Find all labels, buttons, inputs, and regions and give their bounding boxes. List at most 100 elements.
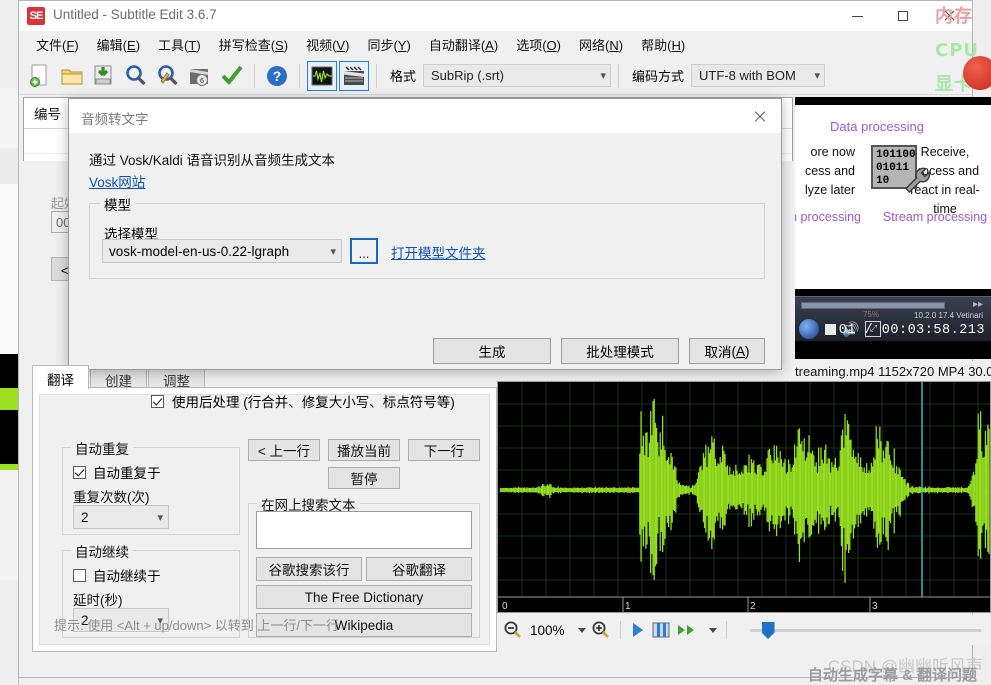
waveform-toggle-button[interactable] [307,60,337,91]
menu-autotranslate[interactable]: 自动翻译(A) [420,32,507,57]
dialog-buttons: 生成 批处理模式 取消(A) [433,338,765,364]
video-file-info: treaming.mp4 1152x720 MP4 30.0 [795,361,991,381]
new-file-button[interactable] [25,61,55,91]
google-translate-button[interactable]: 谷歌翻译 [366,557,472,581]
video-preview[interactable]: Data processing ore now cess and lyze late… [795,97,991,359]
menu-options[interactable]: 选项(O) [507,32,570,57]
format-select[interactable]: SubRip (.srt) ▾ [423,64,612,87]
video-slide-frame: Data processing ore now cess and lyze late… [795,105,991,289]
check-button[interactable] [217,61,247,91]
slide-right-label: Stream processing [882,210,988,224]
window-title: Untitled - Subtitle Edit 3.6.7 [53,7,217,22]
model-select[interactable]: vosk-model-en-us-0.22-lgraph ▾ [102,239,342,263]
dialog-close-button[interactable] [737,99,781,133]
tab-translate[interactable]: 翻译 [32,365,89,389]
find-button[interactable] [121,61,151,91]
video-toggle-button[interactable] [339,60,369,91]
browse-model-button[interactable]: ... [350,238,378,264]
format-value: SubRip (.srt) [431,68,504,83]
app-icon: SE [27,7,45,25]
generate-button[interactable]: 生成 [433,338,551,364]
chevron-down-icon[interactable] [577,627,586,633]
toolbar-divider-4 [618,63,620,88]
new-file-icon [30,64,47,87]
wave-tick-0: 0 [502,601,508,612]
auto-repeat-checkbox[interactable] [73,465,86,479]
help-icon: ? [267,65,287,86]
wrench-icon [905,167,931,193]
video-seek-bar[interactable] [801,302,945,309]
repeat-count-label: 重复次数(次) [73,490,150,505]
play-current-button[interactable]: 播放当前 [328,439,400,461]
chevron-down-icon: ▾ [814,70,821,82]
open-model-folder-link[interactable]: 打开模型文件夹 [391,242,486,262]
menu-video[interactable]: 视频(V) [297,32,358,57]
zoom-in-icon[interactable] [591,620,611,640]
sync-button[interactable]: 6 [185,61,215,91]
tab-adjust[interactable]: 调整 [148,367,205,389]
maximize-button[interactable] [880,1,926,31]
slider-thumb[interactable] [761,622,775,639]
menu-network[interactable]: 网络(N) [570,32,632,57]
menu-tools[interactable]: 工具(T) [149,32,210,57]
video-control-bar[interactable]: ▸▸ 75% 10.2.0 17.4 Vetinari 🔊 ⤢ .01 / 00… [795,296,991,341]
repeat-count-select[interactable]: 2 ▾ [73,505,169,529]
cancel-button[interactable]: 取消(A) [689,338,765,364]
save-icon [94,65,112,84]
fast-forward-icon[interactable] [676,621,698,639]
encoding-select[interactable]: UTF-8 with BOM ▾ [691,64,826,87]
pause-button[interactable]: 暂停 [328,467,400,489]
waveform-position-slider[interactable] [749,621,981,639]
postprocess-checkbox[interactable] [151,394,164,408]
auto-continue-checkbox[interactable] [73,568,86,582]
auto-repeat-checkbox-row[interactable]: 自动重复于 [73,462,161,482]
postprocess-checkbox-row[interactable]: 使用后处理 (行合并、修复大小写、标点符号等) [151,391,455,411]
prev-line-button[interactable]: < 上一行 [248,439,320,461]
auto-repeat-checkbox-label: 自动重复于 [93,466,161,481]
zoom-out-icon[interactable] [503,620,523,640]
cancel-accel: A [735,343,745,359]
help-button[interactable]: ? [262,61,292,91]
open-folder-button[interactable] [57,61,87,91]
tab-create[interactable]: 创建 [90,367,147,389]
zoom-level-value[interactable]: 100% [528,623,567,638]
play-icon[interactable] [630,621,646,639]
auto-continue-checkbox-row[interactable]: 自动继续于 [73,565,161,585]
replace-icon [158,64,178,85]
save-button[interactable] [89,61,119,91]
play-pause-button[interactable] [799,319,819,339]
waveform-toolbar: 100% [497,615,991,645]
fast-forward-icon[interactable]: ▸▸ [973,299,983,310]
next-line-button[interactable]: 下一行 [408,439,480,461]
wave-tick-3: 3 [872,601,878,612]
find-icon [126,64,146,85]
menu-file[interactable]: 文件(F) [27,32,88,57]
menu-help[interactable]: 帮助(H) [632,32,694,57]
menu-sync[interactable]: 同步(Y) [358,32,419,57]
keyboard-hint: 提示: 使用 <Alt + up/down> 以转到 上一行/下一行 [54,618,339,633]
waveform-icon [311,66,333,85]
google-search-line-button[interactable]: 谷歌搜索该行 [256,557,362,581]
minimize-button[interactable] [834,1,880,31]
vosk-website-link[interactable]: Vosk网站 [89,171,145,191]
app-root: SE Untitled - Subtitle Edit 3.6.7 文件(F) … [0,0,991,685]
menu-spellcheck[interactable]: 拼写检查(S) [210,32,297,57]
minimize-icon [851,15,863,17]
batch-mode-button[interactable]: 批处理模式 [561,338,679,364]
cancel-label: 取消 [704,345,732,360]
repeat-count-value: 2 [81,509,89,525]
wave-tick-2: 2 [750,601,756,612]
open-folder-icon [61,69,83,84]
web-search-input[interactable] [256,511,472,549]
free-dictionary-button[interactable]: The Free Dictionary [256,585,472,609]
chevron-down-icon[interactable] [708,627,717,633]
dialog-title-bar: 音频转文字 [69,99,781,133]
postprocess-label: 使用后处理 (行合并、修复大小写、标点符号等) [172,395,455,410]
chevron-down-icon: ▾ [330,245,336,258]
chevron-down-icon: ▾ [157,511,163,524]
replace-button[interactable] [153,61,183,91]
shot-changes-icon[interactable] [651,621,671,639]
menu-edit[interactable]: 编辑(E) [88,32,149,57]
waveform-display[interactable]: 0 1 2 3 [497,381,991,613]
encoding-label: 编码方式 [632,69,685,84]
